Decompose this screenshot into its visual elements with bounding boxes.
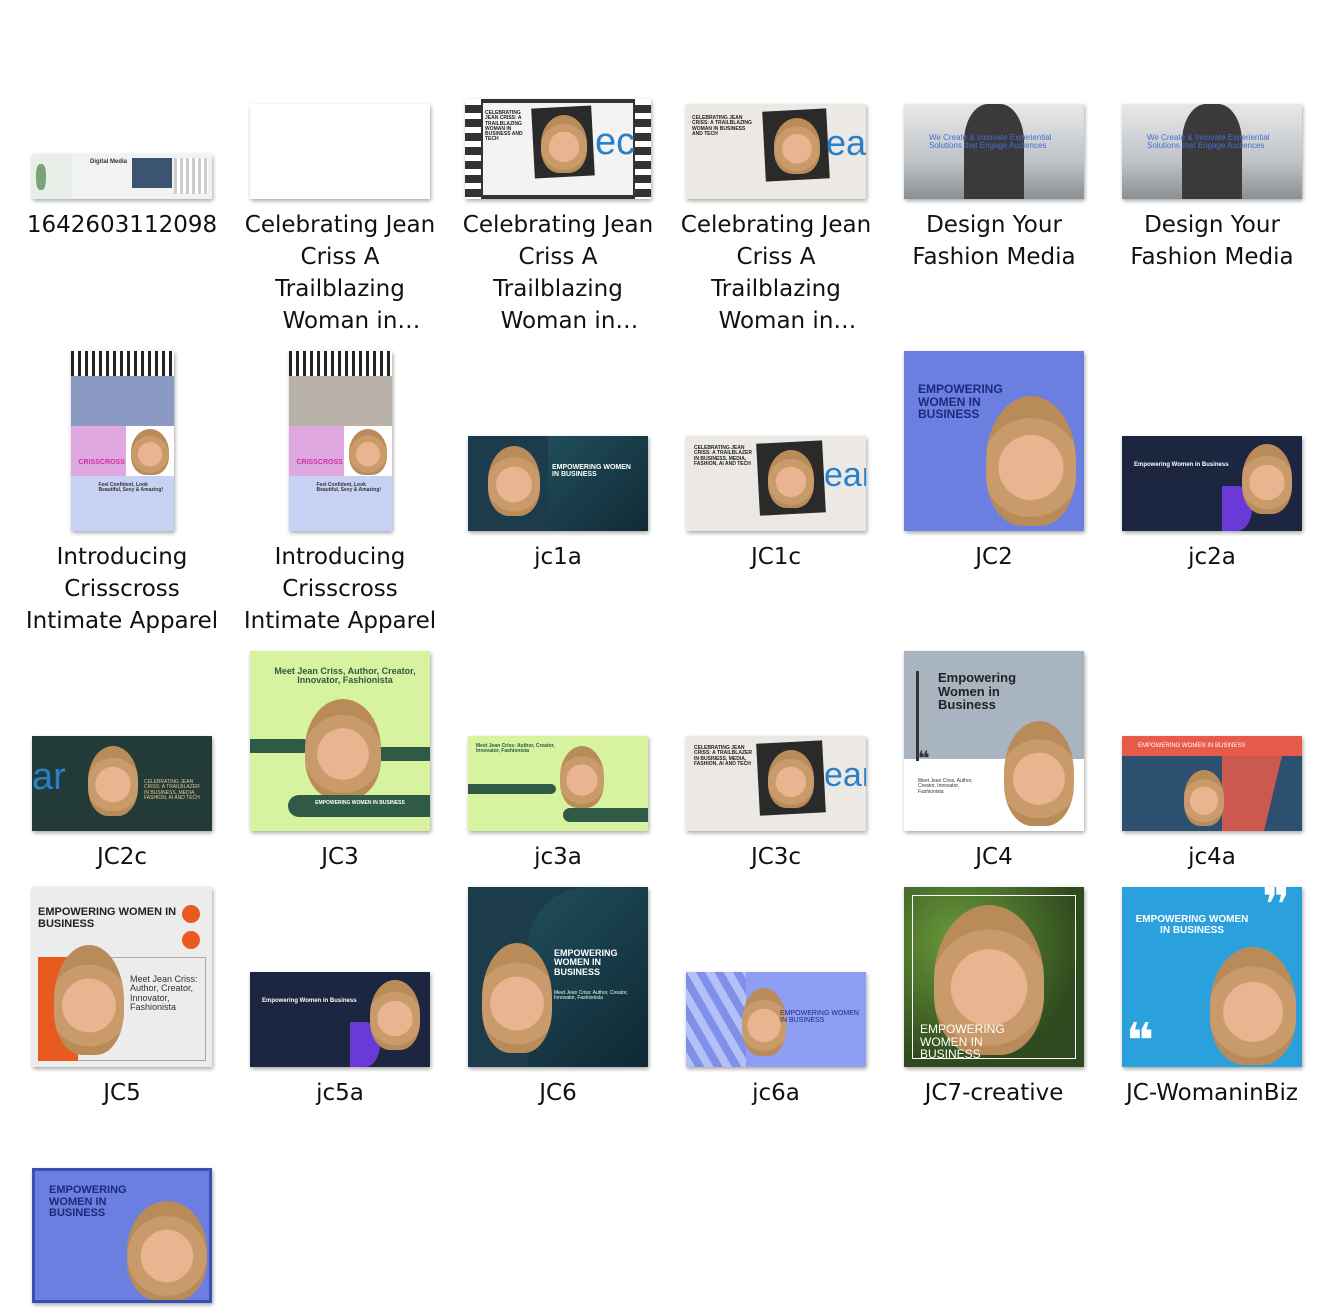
thumb-text: CELEBRATING JEAN CRISS: A TRAILBLAZER IN… [694,445,752,467]
file-name: JC2 [975,544,1013,570]
file-name: Celebrating Jean Criss A Trailblazing Wo… [462,212,654,334]
thumb-text: EMPOWERING WOMEN IN BUSINESS [552,464,631,479]
file-name: jc6a [752,1080,800,1106]
thumb-text: EMPOWERING WOMEN IN BUSINESS [315,800,405,806]
file-name: jc3a [534,844,582,870]
file-name: jc4a [1188,844,1236,870]
thumb-text: EMPOWERING WOMEN IN BUSINESS [1138,743,1246,749]
file-thumbnail[interactable]: EMPOWERING WOMEN IN BUSINESS [686,972,866,1067]
file-name: JC-WomaninBiz [1126,1080,1298,1106]
thumb-text: EMPOWERING WOMEN IN BUSINESS [554,948,618,977]
file-name: JC7-creative [924,1080,1064,1106]
file-thumbnail[interactable]: EMPOWERING WOMEN IN BUSINESS [468,436,648,531]
file-thumbnail[interactable]: CELEBRATING JEAN CRISS: A TRAILBLAZER IN… [686,436,866,531]
file-thumbnail[interactable]: EMPOWERING WOMEN IN BUSINESS ❞ ❝ [1122,887,1302,1067]
thumb-text: EMPOWERING WOMEN IN BUSINESS [780,1010,859,1025]
video-thumbnail[interactable]: CELEBRATING JEAN CRISS: A TRAILBLAZING W… [465,99,651,199]
file-thumbnail[interactable]: CRISSCROSS Feel Confident, Look Beautifu… [288,351,392,531]
file-thumbnail[interactable]: Empowering Women in Business [1122,436,1302,531]
file-thumbnail[interactable]: CELEBRATING JEAN CRISS: A TRAILBLAZING W… [686,104,866,199]
file-thumbnail[interactable]: EMPOWERING WOMEN IN BUSINESS [904,351,1084,531]
thumb-text: EMPOWERING WOMEN IN BUSINESS [38,906,177,930]
file-thumbnail[interactable]: EMPOWERING WOMEN IN BUSINESS [904,887,1084,1067]
file-thumbnail[interactable]: Empowering Women in Business ❝ Meet Jean… [904,651,1084,831]
file-name: Design Your Fashion Media [912,212,1076,270]
thumb-text: We Create & Innovate Experiential Soluti… [929,133,1052,151]
thumb-text: EMPOWERING WOMEN IN BUSINESS [49,1184,127,1220]
file-thumbnail[interactable]: We Create & Innovate Experiential Soluti… [1122,104,1302,199]
file-name: JC4 [975,844,1013,870]
file-thumbnail[interactable]: EMPOWERING WOMEN IN BUSINESS Meet Jean C… [32,887,212,1067]
file-thumbnail[interactable]: EMPOWERING WOMEN IN BUSINESS Meet Jean C… [468,887,648,1067]
file-thumbnail[interactable]: CRISSCROSS Feel Confident, Look Beautifu… [70,351,174,531]
thumb-text: CRISSCROSS [296,459,343,466]
thumb-text: Empowering Women in Business [1134,462,1229,468]
file-thumbnail[interactable]: We Create & Innovate Experiential Soluti… [904,104,1084,199]
file-name: 1642603112098 [26,212,218,238]
file-name: jc5a [316,1080,364,1106]
thumb-text: CELEBRATING JEAN CRISS: A TRAILBLAZER IN… [694,745,752,767]
file-thumbnail[interactable]: Meet Jean Criss: Author, Creator, Innova… [468,736,648,831]
file-thumbnail[interactable]: EMPOWERING WOMEN IN BUSINESS [1122,736,1302,831]
thumb-text: Meet Jean Criss: Author, Creator, Innova… [554,990,628,1002]
file-name: JC5 [103,1080,141,1106]
file-thumbnail[interactable]: Empowering Women in Business [250,972,430,1067]
file-thumbnail[interactable]: CELEBRATING JEAN CRISS: A TRAILBLAZER IN… [686,736,866,831]
thumb-text: We Create & Innovate Experiential Soluti… [1147,133,1270,151]
file-name: Introducing Crisscross Intimate Apparel [25,544,219,634]
file-thumbnail[interactable]: EMPOWERING WOMEN IN BUSINESS [32,1168,212,1303]
thumb-text: EMPOWERING WOMEN IN BUSINESS [920,1022,1005,1062]
file-name: JC1c [750,544,802,570]
file-name: jc2a [1188,544,1236,570]
file-name: JC2c [96,844,148,870]
thumb-text: CELEBRATING JEAN CRISS: A TRAILBLAZING W… [692,115,752,137]
thumb-text: CELEBRATING JEAN CRISS: A TRAILBLAZING W… [485,110,523,143]
file-name: jc1a [534,544,582,570]
file-name: JC6 [539,1080,577,1106]
thumb-text: CELEBRATING JEAN CRISS: A TRAILBLAZER IN… [144,779,200,801]
file-name: Celebrating Jean Criss A Trailblazing Wo… [680,212,872,334]
file-name: JC3 [321,844,359,870]
file-name: Celebrating Jean Criss A Trailblazing Wo… [244,212,436,334]
file-thumbnail[interactable]: Digital Media [32,154,212,199]
file-thumbnail[interactable]: ar CELEBRATING JEAN CRISS: A TRAILBLAZER… [32,736,212,831]
file-thumbnail[interactable]: Meet Jean Criss, Author, Creator, Innova… [250,651,430,831]
thumb-text: Digital Media [90,159,128,165]
thumb-text: Feel Confident, Look Beautiful, Sexy & A… [316,482,382,494]
thumb-text: Meet Jean Criss, Author, Creator, Innova… [274,666,416,686]
thumb-text: Empowering Women in Business [262,998,357,1004]
thumb-text: Meet Jean Criss: Author, Creator, Innova… [130,974,198,1013]
thumb-text: Empowering Women in Business [938,670,1017,713]
thumb-text: CRISSCROSS [78,459,125,466]
thumb-text: EMPOWERING WOMEN IN BUSINESS [1135,914,1249,936]
file-name: Introducing Crisscross Intimate Apparel [243,544,437,634]
file-name: Design Your Fashion Media [1130,212,1294,270]
file-thumbnail[interactable] [250,104,430,199]
thumb-text: Feel Confident, Look Beautiful, Sexy & A… [98,482,164,494]
file-name: JC3c [750,844,802,870]
thumb-text: Meet Jean Criss: Author, Creator, Innova… [476,743,555,755]
thumb-text: Meet Jean Criss, Author, Creator, Innova… [918,778,973,795]
